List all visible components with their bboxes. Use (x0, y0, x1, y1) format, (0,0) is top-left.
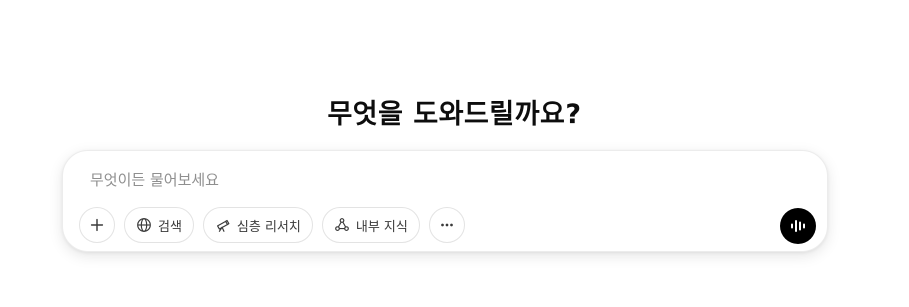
telescope-icon (216, 219, 230, 232)
voice-waveform-icon (791, 220, 805, 232)
globe-icon (137, 218, 151, 232)
voice-mode-button[interactable] (780, 208, 816, 244)
prompt-input[interactable] (90, 168, 780, 192)
plus-icon (90, 218, 104, 232)
internal-knowledge-button[interactable]: 내부 지식 (321, 207, 420, 243)
more-tools-button[interactable] (428, 207, 465, 243)
chat-home: 무엇을 도와드릴까요? 검색 (0, 0, 909, 307)
add-attachment-button[interactable] (79, 207, 115, 243)
composer-toolbar: 검색 심층 리서치 내부 지식 (79, 207, 474, 243)
prompt-composer: 검색 심층 리서치 (62, 150, 828, 252)
connectors-icon (334, 218, 349, 231)
ellipsis-icon (440, 223, 453, 227)
internal-knowledge-label: 내부 지식 (355, 219, 408, 235)
deep-research-button[interactable]: 심층 리서치 (202, 207, 313, 243)
deep-research-label: 심층 리서치 (236, 219, 301, 235)
page-title: 무엇을 도와드릴까요? (327, 99, 582, 130)
search-button[interactable]: 검색 (124, 207, 194, 243)
search-button-label: 검색 (158, 219, 182, 235)
